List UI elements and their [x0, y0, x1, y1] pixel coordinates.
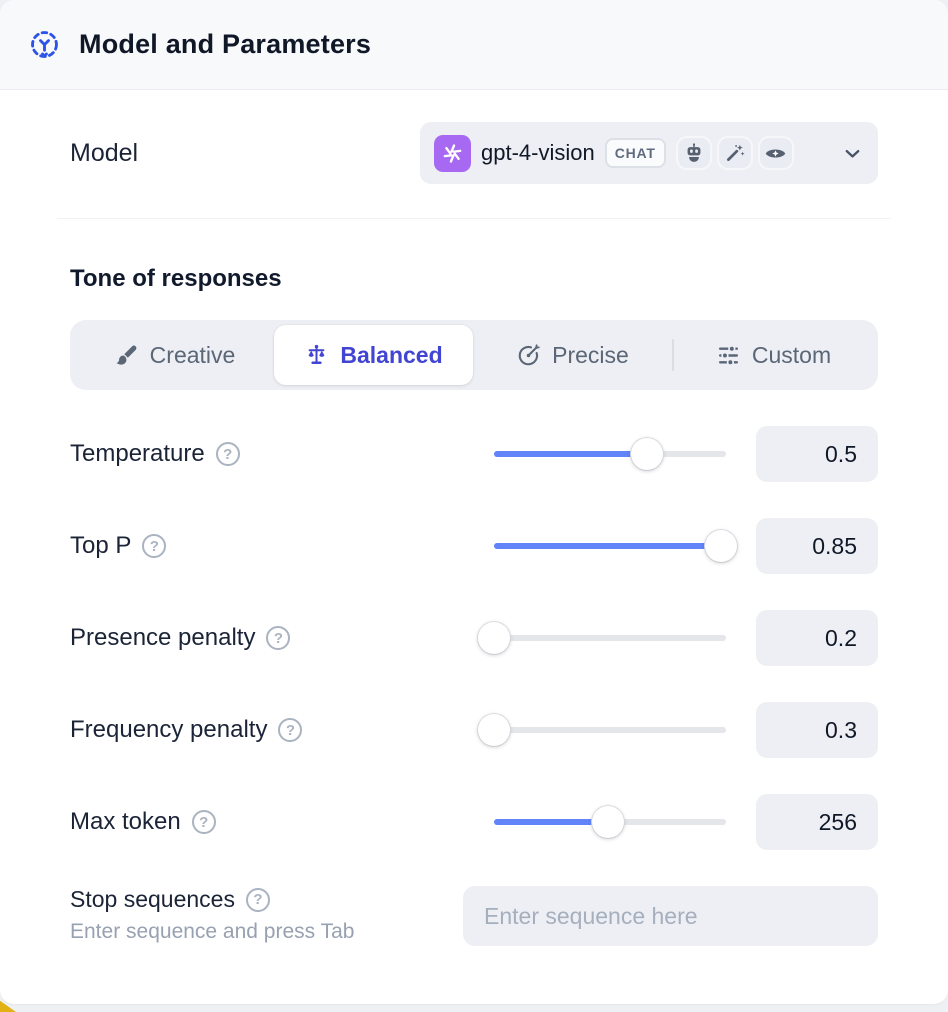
model-label: Model	[70, 139, 138, 168]
model-row: Model gpt-4-vision CH	[70, 122, 878, 184]
param-label-group: Presence penalty ?	[70, 624, 494, 652]
slider-fill	[494, 543, 721, 549]
slider-fill	[494, 819, 608, 825]
selected-model-name: gpt-4-vision	[481, 140, 595, 166]
panel-title: Model and Parameters	[79, 29, 371, 60]
balance-scale-icon	[304, 343, 329, 368]
tone-segmented-control: Creative Balanced	[70, 320, 878, 390]
model-capability-icons	[676, 136, 794, 170]
assistant-robot-icon	[676, 136, 712, 170]
divider	[57, 218, 891, 219]
model-parameters-panel: Model and Parameters Model	[0, 0, 948, 1004]
stop-sequences-helper: Enter sequence and press Tab	[70, 920, 354, 944]
param-label: Frequency penalty	[70, 716, 267, 744]
slider-track	[494, 727, 726, 733]
stop-sequences-label-group: Stop sequences ? Enter sequence and pres…	[70, 886, 354, 944]
stop-sequences-label: Stop sequences	[70, 886, 235, 913]
max-token-slider[interactable]	[494, 805, 726, 839]
vision-eye-icon	[758, 136, 794, 170]
param-label: Presence penalty	[70, 624, 255, 652]
sliders-icon	[716, 343, 741, 368]
param-row-presence-penalty: Presence penalty ? 0.2	[70, 610, 878, 666]
model-parameters-icon	[28, 28, 61, 61]
tone-option-balanced[interactable]: Balanced	[274, 325, 473, 385]
param-row-max-token: Max token ? 256	[70, 794, 878, 850]
tone-option-label: Balanced	[340, 342, 442, 369]
temperature-slider[interactable]	[494, 437, 726, 471]
magic-wand-icon	[717, 136, 753, 170]
help-icon[interactable]: ?	[142, 534, 166, 558]
panel-header: Model and Parameters	[0, 0, 948, 90]
chevron-down-icon[interactable]	[841, 142, 864, 165]
param-row-temperature: Temperature ? 0.5	[70, 426, 878, 482]
param-label-group: Top P ?	[70, 532, 494, 560]
tone-option-creative[interactable]: Creative	[75, 325, 274, 385]
max-token-value[interactable]: 256	[756, 794, 878, 850]
param-row-frequency-penalty: Frequency penalty ? 0.3	[70, 702, 878, 758]
slider-thumb[interactable]	[705, 530, 737, 562]
slider-thumb[interactable]	[478, 714, 510, 746]
param-label: Max token	[70, 808, 181, 836]
tone-option-custom[interactable]: Custom	[674, 325, 873, 385]
target-icon	[516, 343, 541, 368]
model-type-badge: CHAT	[605, 138, 666, 168]
param-label-group: Max token ?	[70, 808, 494, 836]
tone-option-label: Custom	[752, 342, 831, 369]
param-label: Temperature	[70, 440, 205, 468]
param-label: Top P	[70, 532, 131, 560]
help-icon[interactable]: ?	[192, 810, 216, 834]
paintbrush-icon	[114, 343, 139, 368]
slider-thumb[interactable]	[478, 622, 510, 654]
presence-penalty-slider[interactable]	[494, 621, 726, 655]
slider-thumb[interactable]	[592, 806, 624, 838]
slider-thumb[interactable]	[631, 438, 663, 470]
frequency-penalty-slider[interactable]	[494, 713, 726, 747]
frequency-penalty-value[interactable]: 0.3	[756, 702, 878, 758]
param-row-top-p: Top P ? 0.85	[70, 518, 878, 574]
top-p-value[interactable]: 0.85	[756, 518, 878, 574]
help-icon[interactable]: ?	[216, 442, 240, 466]
openai-logo	[434, 135, 471, 172]
temperature-value[interactable]: 0.5	[756, 426, 878, 482]
tone-option-label: Creative	[150, 342, 236, 369]
help-icon[interactable]: ?	[278, 718, 302, 742]
tone-option-precise[interactable]: Precise	[473, 325, 672, 385]
slider-track	[494, 635, 726, 641]
param-label-group: Frequency penalty ?	[70, 716, 494, 744]
param-label-group: Temperature ?	[70, 440, 494, 468]
model-select-dropdown[interactable]: gpt-4-vision CHAT	[420, 122, 878, 184]
top-p-slider[interactable]	[494, 529, 726, 563]
presence-penalty-value[interactable]: 0.2	[756, 610, 878, 666]
slider-fill	[494, 451, 647, 457]
help-icon[interactable]: ?	[266, 626, 290, 650]
help-icon[interactable]: ?	[246, 888, 270, 912]
tone-option-label: Precise	[552, 342, 629, 369]
tone-heading: Tone of responses	[70, 265, 878, 293]
stop-sequence-input[interactable]	[463, 886, 878, 946]
stop-sequences-row: Stop sequences ? Enter sequence and pres…	[70, 886, 878, 946]
